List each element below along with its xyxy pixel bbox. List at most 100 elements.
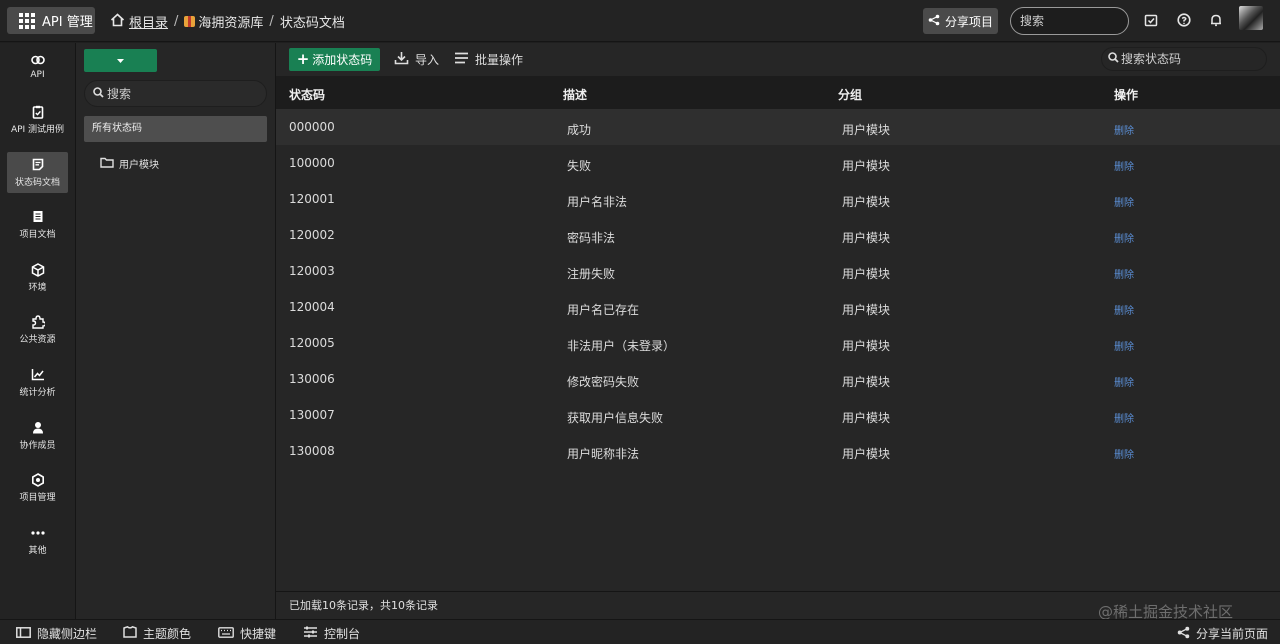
download-icon [394, 51, 409, 68]
app-menu-button[interactable]: API 管理 [7, 7, 95, 34]
nav-label: 统计分析 [19, 387, 56, 398]
table-row[interactable]: 120004 用户名已存在 用户模块 删除 [276, 289, 1280, 325]
status-code-search-input[interactable] [1121, 52, 1256, 66]
share-page-button[interactable]: 分享当前页面 [1177, 625, 1268, 642]
table-row[interactable]: 130008 用户昵称非法 用户模块 删除 [276, 433, 1280, 469]
bell-icon[interactable] [1208, 12, 1224, 28]
console-label: 控制台 [324, 627, 361, 641]
column-header-group[interactable]: 分组 [838, 86, 862, 103]
cell-code: 120004 [289, 300, 335, 314]
add-status-code-button[interactable]: + 添加状态码 [289, 48, 380, 71]
delete-link[interactable]: 删除 [1114, 230, 1134, 245]
global-search-input[interactable] [1010, 7, 1129, 35]
cell-group: 用户模块 [842, 303, 891, 317]
group-search[interactable] [84, 80, 267, 107]
delete-link[interactable]: 删除 [1114, 122, 1134, 137]
group-item-user-module[interactable]: 用户模块 [100, 156, 159, 171]
cell-description: 用户名已存在 [567, 303, 640, 317]
nav-item-shared-resources[interactable]: 公共资源 [7, 309, 68, 350]
cell-group: 用户模块 [842, 231, 891, 245]
table-row[interactable]: 120001 用户名非法 用户模块 删除 [276, 181, 1280, 217]
breadcrumb-root[interactable]: 根目录 [129, 12, 168, 31]
cell-code: 120003 [289, 264, 335, 278]
chart-icon [31, 368, 45, 382]
toolbar: + 添加状态码 导入 批量操作 [276, 43, 1280, 76]
table-row[interactable]: 120005 非法用户（未登录） 用户模块 删除 [276, 325, 1280, 361]
nav-label: 协作成员 [19, 440, 56, 451]
delete-link[interactable]: 删除 [1114, 446, 1134, 461]
column-header-description[interactable]: 描述 [563, 86, 587, 103]
settings-icon [31, 472, 45, 487]
top-bar: API 管理 根目录 / 海拥资源库 / 状态码文档 分享项目 [0, 0, 1280, 42]
sliders-icon [303, 626, 318, 641]
breadcrumb-separator: / [174, 14, 179, 29]
cell-group: 用户模块 [842, 195, 891, 209]
column-header-code[interactable]: 状态码 [289, 86, 325, 103]
cell-group: 用户模块 [842, 411, 891, 425]
nav-item-more[interactable]: 其他 [7, 520, 68, 561]
table-row[interactable]: 120002 密码非法 用户模块 删除 [276, 217, 1280, 253]
cell-description: 非法用户（未登录） [567, 339, 676, 353]
hide-sidebar-button[interactable]: 隐藏侧边栏 [16, 625, 97, 642]
batch-operation-button[interactable]: 批量操作 [454, 51, 523, 68]
table-row[interactable]: 130006 修改密码失败 用户模块 删除 [276, 361, 1280, 397]
shortcuts-button[interactable]: 快捷键 [218, 625, 276, 642]
breadcrumb-separator: / [269, 14, 274, 29]
delete-link[interactable]: 删除 [1114, 338, 1134, 353]
folder-icon [100, 157, 114, 171]
all-status-codes-item[interactable]: 所有状态码 [84, 116, 267, 142]
delete-link[interactable]: 删除 [1114, 410, 1134, 425]
nav-item-api-test[interactable]: API 测试用例 [7, 99, 68, 140]
user-icon [31, 421, 45, 435]
delete-link[interactable]: 删除 [1114, 266, 1134, 281]
theme-color-label: 主题颜色 [143, 627, 192, 641]
status-code-search[interactable] [1101, 47, 1267, 71]
table-row[interactable]: 120003 注册失败 用户模块 删除 [276, 253, 1280, 289]
hide-sidebar-label: 隐藏侧边栏 [37, 627, 98, 641]
delete-link[interactable]: 删除 [1114, 158, 1134, 173]
delete-link[interactable]: 删除 [1114, 302, 1134, 317]
nav-item-project-docs[interactable]: 项目文档 [7, 204, 68, 245]
nav-item-project-settings[interactable]: 项目管理 [7, 467, 68, 508]
table-row[interactable]: 130007 获取用户信息失败 用户模块 删除 [276, 397, 1280, 433]
sidebar-icon [16, 626, 31, 641]
nav-item-statistics[interactable]: 统计分析 [7, 362, 68, 403]
breadcrumb-project[interactable]: 海拥资源库 [198, 12, 263, 31]
cell-code: 120005 [289, 336, 335, 350]
cell-code: 130006 [289, 372, 335, 386]
theme-color-button[interactable]: 主题颜色 [123, 625, 191, 642]
add-group-dropdown[interactable] [84, 58, 157, 63]
nav-item-environment[interactable]: 环境 [7, 257, 68, 298]
column-header-operation: 操作 [1114, 88, 1139, 102]
delete-link[interactable]: 删除 [1114, 374, 1134, 389]
nav-label: 项目管理 [19, 492, 56, 503]
cell-group: 用户模块 [842, 123, 891, 137]
cube-icon [31, 262, 45, 277]
nav-item-status-codes[interactable]: 状态码文档 [7, 152, 68, 193]
table-row[interactable]: 100000 失败 用户模块 删除 [276, 145, 1280, 181]
batch-operation-label: 批量操作 [475, 53, 524, 67]
cell-code: 000000 [289, 120, 335, 134]
user-avatar[interactable] [1239, 6, 1263, 30]
delete-link[interactable]: 删除 [1114, 194, 1134, 209]
nav-item-members[interactable]: 协作成员 [7, 415, 68, 456]
document-icon [31, 158, 45, 172]
nav-label: 状态码文档 [14, 177, 60, 188]
cell-group: 用户模块 [842, 375, 891, 389]
cell-description: 成功 [567, 123, 592, 137]
nav-label: 项目文档 [19, 229, 56, 240]
console-button[interactable]: 控制台 [303, 625, 360, 642]
table-row[interactable]: 000000 成功 用户模块 删除 [276, 109, 1280, 145]
add-group-button[interactable]: + 分组 [84, 49, 416, 115]
import-button[interactable]: 导入 [394, 51, 439, 68]
link-icon [30, 53, 45, 67]
keyboard-icon [218, 626, 234, 641]
cell-code: 120002 [289, 228, 335, 242]
help-icon[interactable] [1176, 12, 1192, 28]
add-status-code-label: 添加状态码 [312, 53, 373, 67]
calendar-check-icon[interactable] [1143, 12, 1159, 28]
group-search-input[interactable] [107, 86, 257, 101]
share-project-button[interactable]: 分享项目 [923, 8, 998, 34]
bottom-bar: 隐藏侧边栏 主题颜色 快捷键 控制台 分享当前页面 [0, 619, 1280, 644]
nav-item-api[interactable]: API [7, 46, 68, 87]
